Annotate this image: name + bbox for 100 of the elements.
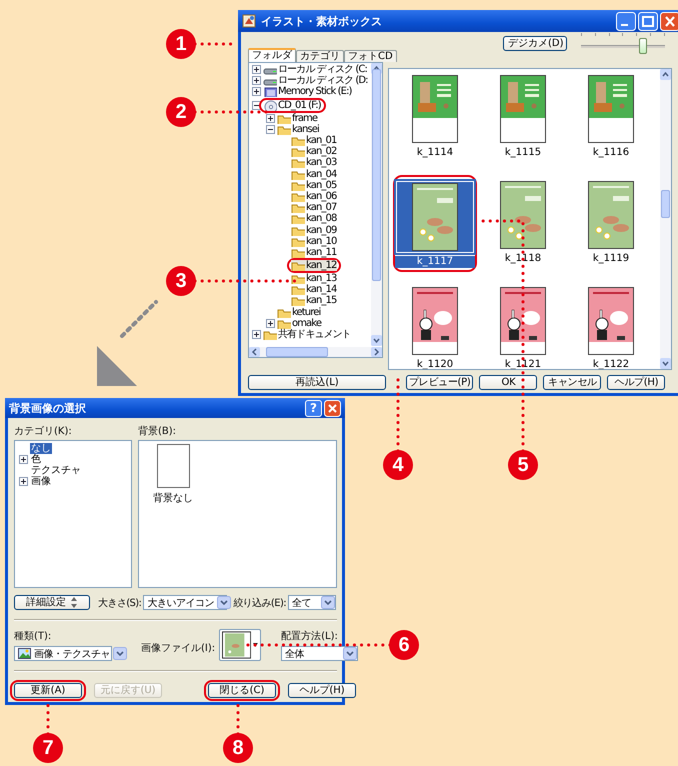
callout-number: 3 [166,266,196,296]
folder-icon [291,213,305,224]
folder-icon [291,190,305,202]
dialog-button[interactable]: プレビュー(P) [406,375,474,390]
card-picture [222,631,252,659]
tree-item[interactable]: kan_03 [291,157,338,168]
tree-item[interactable]: kan_09 [291,224,338,236]
tree-item[interactable]: keturei [277,306,322,318]
callout-number: 6 [389,630,419,660]
tree-item[interactable]: frame [277,112,318,124]
folder-icon [291,157,305,168]
tree-item[interactable]: kan_01 [291,135,338,146]
dialog-button[interactable]: OK [479,375,538,390]
field-label: 背景(B): [138,424,176,439]
thumbnail-item[interactable]: k_1121 [485,285,561,369]
expand-arrows-icon [70,597,78,608]
tab[interactable]: フォルダ [248,48,296,62]
background-item[interactable]: 背景なし [153,444,193,505]
folder-icon [291,284,305,296]
folder-icon [291,202,305,214]
scroll-thumb[interactable] [661,190,670,218]
scroll-thumb[interactable] [372,68,381,280]
card-picture [588,75,634,143]
tree-item[interactable]: kan_12 [291,260,338,271]
vertical-scrollbar[interactable] [371,63,382,346]
tree-item[interactable]: kan_06 [291,190,338,202]
tree-item[interactable]: kan_07 [291,202,338,214]
folder-icon [291,236,305,247]
card-picture [588,287,634,355]
tree-item[interactable]: 画像 [30,476,52,487]
tree-item[interactable]: ローカル ディスク (D: [263,75,369,86]
thumbnail-item[interactable]: k_1119 [573,179,649,265]
tree-item[interactable]: kan_08 [291,213,338,224]
tree-item[interactable]: CD_01 (F:) [263,100,322,111]
folder-icon [291,246,305,258]
scroll-left-icon [249,347,260,357]
thumbnail-item[interactable]: k_1116 [573,73,649,159]
tree-item[interactable]: kansei [277,124,320,135]
callout-number: 4 [383,450,413,480]
camera-button[interactable]: デジカメ(D) [503,36,567,51]
folder-icon [291,224,305,236]
scroll-down-icon [660,358,671,369]
field-label: 配置方法(L): [281,630,339,643]
maximize-icon [638,12,658,30]
callout-number: 2 [166,97,196,127]
thumbnail-item[interactable]: k_1115 [485,73,561,159]
dialog-button[interactable]: 閉じる(C) [208,683,276,698]
dialog-button[interactable]: ヘルプ(H) [607,375,666,390]
tree-item[interactable]: kan_02 [291,146,338,158]
tree-item[interactable]: kan_04 [291,168,338,180]
card-picture [500,287,546,355]
tree-item[interactable]: 共有ドキュメント [263,329,352,340]
scroll-right-icon [371,347,382,357]
card-picture [412,75,458,143]
tree-item[interactable]: kan_05 [291,180,338,191]
scroll-up-icon [660,69,671,80]
field-label: 絞り込み(E): [233,596,286,610]
help-button[interactable]: ? [305,400,322,416]
tree-item[interactable]: kan_15 [291,295,338,306]
tree-item[interactable]: ローカル ディスク (C: [263,64,368,76]
callout-number: 1 [166,29,196,59]
tab[interactable]: カテゴリ [296,50,344,62]
scroll-thumb[interactable] [266,347,328,357]
callout-number: 5 [508,450,538,480]
tree-item[interactable]: kan_13 [291,273,338,284]
layout-dropdown[interactable]: 全体 [281,646,358,661]
card-picture [412,287,458,355]
slider-thumb[interactable] [639,38,648,54]
folder-icon [291,295,305,306]
tree-item[interactable]: テクスチャ [30,465,82,476]
thumbnail-item[interactable]: k_1122 [573,285,649,369]
reload-button[interactable]: 再読込(L) [248,375,386,390]
tree-item[interactable]: 色 [30,454,42,465]
dropdown-arrow-icon [253,643,258,647]
dialog-button[interactable]: 更新(A) [14,683,82,698]
folder-icon [291,146,305,158]
tree-item[interactable]: omake [277,318,322,329]
field-label: 画像ファイル(I): [141,642,216,655]
tree-item[interactable]: kan_11 [291,246,338,258]
scroll-down-icon [371,335,382,346]
card-picture [412,183,458,251]
dialog-button[interactable]: ヘルプ(H) [288,683,356,698]
tree-item[interactable]: kan_14 [291,284,338,296]
close-icon [660,12,678,30]
thumbnail-item[interactable]: k_1114 [397,73,473,159]
tab[interactable]: フォトCD [344,50,397,62]
field-label: 種類(T): [14,630,52,643]
tree-item[interactable]: なし [30,443,52,454]
horizontal-scrollbar[interactable] [249,347,382,357]
thumbnail-item[interactable]: k_1120 [397,285,473,369]
tree-item[interactable]: Memory Stick (E:) [263,86,353,98]
folder-icon [291,260,305,271]
tree-item[interactable]: kan_10 [291,236,338,247]
thumbnail-item[interactable]: k_1118 [485,179,561,265]
image-file-button[interactable] [219,629,262,661]
filter-dropdown[interactable]: 全て [288,595,336,610]
minimize-icon [616,12,636,30]
detail-settings-button[interactable]: 詳細設定 [14,595,90,610]
vertical-scrollbar[interactable] [660,69,671,369]
dialog-button[interactable]: キャンセル [543,375,602,390]
